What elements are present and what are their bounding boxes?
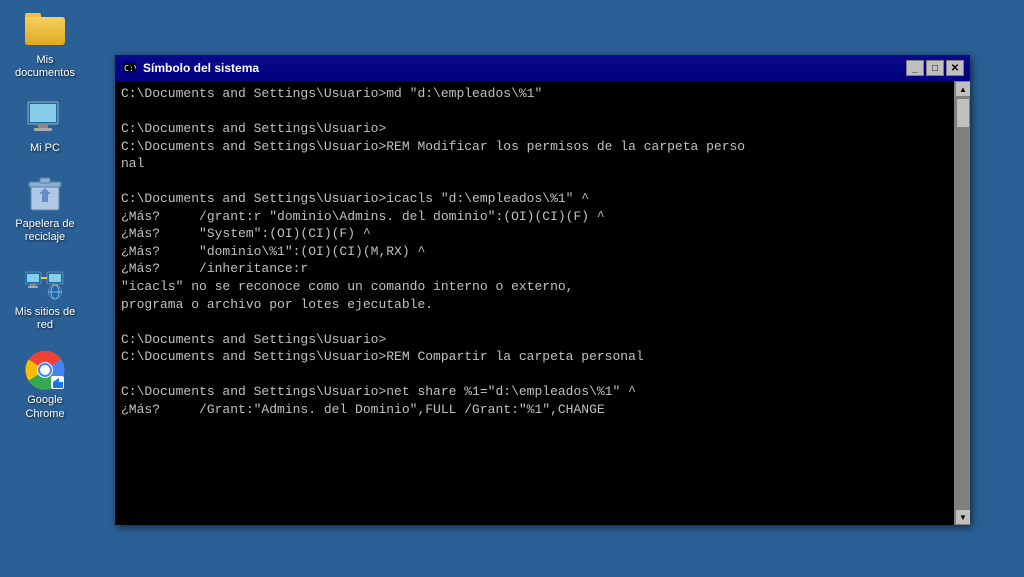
folder-icon: [25, 10, 65, 50]
papelera-label: Papelera de reciclaje: [10, 218, 80, 244]
cmd-content[interactable]: C:\Documents and Settings\Usuario>md "d:…: [115, 81, 954, 525]
desktop-icon-google-chrome[interactable]: Google Chrome: [10, 350, 80, 420]
network-icon: [25, 262, 65, 302]
cmd-titlebar: C:\ Símbolo del sistema _ □ ✕: [115, 55, 970, 81]
maximize-button[interactable]: □: [926, 60, 944, 76]
mi-pc-label: Mi PC: [30, 142, 60, 155]
scrollbar-track[interactable]: [955, 97, 970, 509]
desktop-icon-mis-sitios[interactable]: Mis sitios de red: [10, 262, 80, 332]
window-controls: _ □ ✕: [906, 60, 964, 76]
mis-documentos-label: Mis documentos: [10, 54, 80, 80]
svg-text:C:\: C:\: [124, 64, 136, 73]
google-chrome-label: Google Chrome: [10, 394, 80, 420]
desktop-icon-papelera[interactable]: Papelera de reciclaje: [10, 174, 80, 244]
cmd-window: C:\ Símbolo del sistema _ □ ✕ C:\Documen…: [115, 55, 970, 525]
desktop-icons: Mis documentos Mi PC Papelera de recicla…: [10, 10, 80, 421]
scroll-up-button[interactable]: ▲: [955, 81, 970, 97]
close-button[interactable]: ✕: [946, 60, 964, 76]
cmd-title-icon: C:\: [121, 60, 137, 76]
desktop-icon-mi-pc[interactable]: Mi PC: [10, 98, 80, 155]
scroll-down-button[interactable]: ▼: [955, 509, 970, 525]
chrome-icon: [25, 350, 65, 390]
recycle-icon: [25, 174, 65, 214]
mis-sitios-label: Mis sitios de red: [10, 306, 80, 332]
scrollbar-thumb[interactable]: [956, 98, 970, 128]
cmd-body: C:\Documents and Settings\Usuario>md "d:…: [115, 81, 970, 525]
cmd-title-text: Símbolo del sistema: [143, 61, 906, 75]
minimize-button[interactable]: _: [906, 60, 924, 76]
computer-icon: [25, 98, 65, 138]
desktop-icon-mis-documentos[interactable]: Mis documentos: [10, 10, 80, 80]
cmd-scrollbar[interactable]: ▲ ▼: [954, 81, 970, 525]
